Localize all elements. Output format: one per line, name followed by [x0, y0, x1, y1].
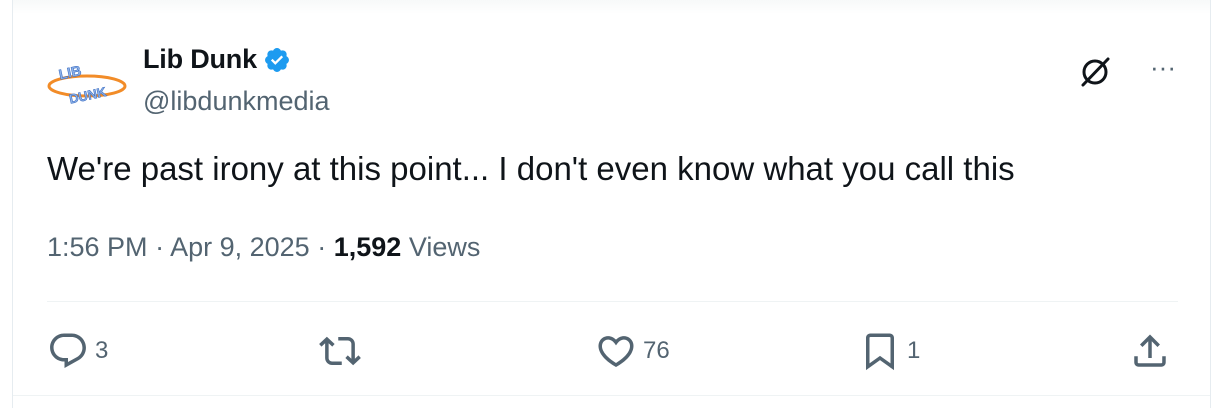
retweet-button[interactable] [319, 330, 361, 372]
reply-count: 3 [95, 337, 109, 364]
author-display-name[interactable]: Lib Dunk [143, 44, 257, 75]
avatar-logo-top: LIB [57, 62, 82, 82]
bookmark-count: 1 [907, 337, 921, 364]
top-fade [13, 0, 1210, 14]
views-label[interactable]: Views [409, 232, 481, 262]
grok-slash-circle-icon [1081, 57, 1110, 87]
like-count: 76 [643, 337, 670, 364]
lib-dunk-logo-icon: LIB DUNK [47, 62, 127, 107]
bottom-divider [13, 395, 1210, 396]
reply-icon [50, 333, 86, 368]
avatar-logo-bottom: DUNK [68, 84, 108, 107]
divider [47, 301, 1178, 302]
tweet-date[interactable]: Apr 9, 2025 [170, 232, 310, 262]
tweet-time[interactable]: 1:56 PM [47, 232, 148, 262]
bookmark-button[interactable]: 1 [859, 330, 920, 372]
tweet-text: We're past irony at this point... I don'… [47, 150, 1015, 187]
share-button[interactable] [1129, 330, 1171, 372]
reply-button[interactable]: 3 [47, 330, 108, 372]
bookmark-icon [866, 333, 894, 371]
verified-badge-icon[interactable] [263, 46, 291, 74]
author-name-row: Lib Dunk [143, 44, 291, 75]
action-bar: 3 76 1 [13, 330, 1210, 374]
tweet-meta: 1:56 PM · Apr 9, 2025 · 1,592 Views [47, 232, 480, 263]
tweet-card: LIB DUNK Lib Dunk @libdunkmedia ··· We'r… [12, 0, 1211, 408]
meta-separator: · [317, 232, 334, 262]
grok-button[interactable] [1075, 52, 1115, 92]
heart-icon [598, 336, 634, 368]
more-options-button[interactable]: ··· [1143, 52, 1183, 86]
retweet-icon [319, 336, 361, 366]
views-count[interactable]: 1,592 [334, 232, 402, 262]
author-handle[interactable]: @libdunkmedia [143, 86, 330, 117]
avatar[interactable]: LIB DUNK [47, 52, 127, 114]
like-button[interactable]: 76 [595, 330, 670, 372]
meta-separator: · [155, 232, 171, 262]
share-icon [1134, 334, 1166, 367]
